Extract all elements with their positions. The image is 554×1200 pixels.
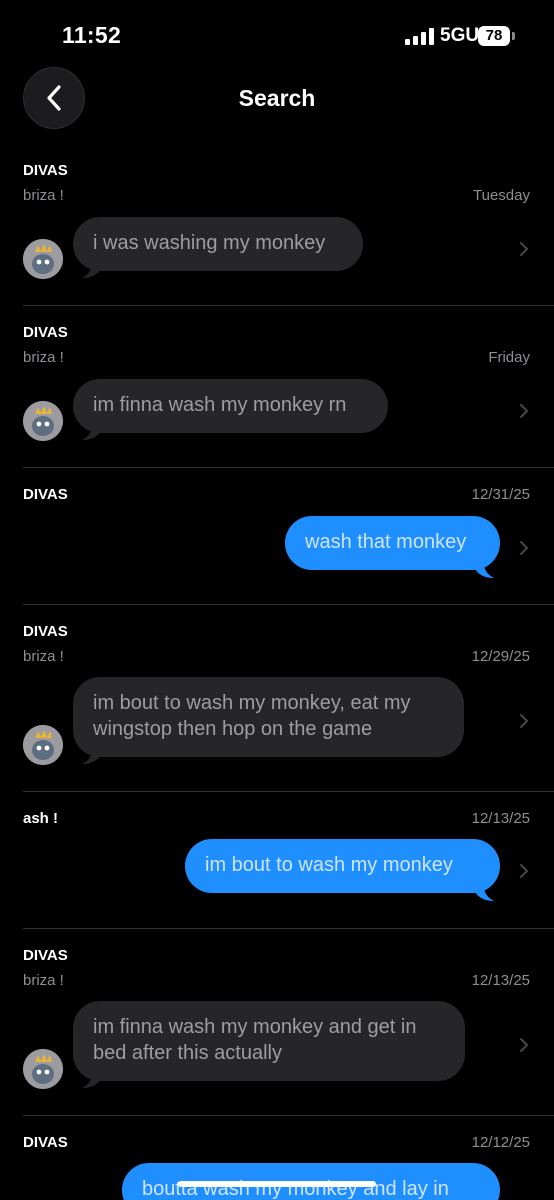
divider — [23, 305, 554, 306]
cellular-signal-icon — [405, 28, 434, 45]
home-indicator[interactable] — [178, 1181, 376, 1187]
result-sender-name: briza ! — [23, 187, 64, 204]
result-chat-name: DIVAS — [23, 623, 68, 640]
avatar — [23, 725, 63, 765]
result-date: 12/29/25 — [471, 648, 530, 665]
chevron-right-icon — [520, 714, 529, 728]
result-date: Tuesday — [473, 187, 530, 204]
result-date: 12/31/25 — [471, 486, 530, 503]
divider — [23, 604, 554, 605]
avatar — [23, 1049, 63, 1089]
message-bubble: im finna wash my monkey and get in bed a… — [73, 1001, 465, 1081]
message-bubble: wash that monkey — [285, 516, 500, 570]
avatar — [23, 239, 63, 279]
result-date: 12/12/25 — [471, 1134, 530, 1151]
chevron-right-icon — [520, 404, 529, 418]
message-bubble: im bout to wash my monkey — [185, 839, 500, 893]
message-bubble: im bout to wash my monkey, eat my wingst… — [73, 677, 464, 757]
result-chat-name: DIVAS — [23, 162, 68, 179]
avatar — [23, 401, 63, 441]
search-result[interactable]: DIVAS briza ! 12/13/25 im finna wash my … — [0, 935, 554, 1116]
chevron-right-icon — [520, 864, 529, 878]
result-date: 12/13/25 — [471, 810, 530, 827]
search-result[interactable]: DIVAS briza ! 12/29/25 im bout to wash m… — [0, 611, 554, 792]
chevron-right-icon — [520, 242, 529, 256]
result-sender-name: briza ! — [23, 972, 64, 989]
battery-icon: 78 — [478, 26, 510, 46]
chevron-right-icon — [520, 1038, 529, 1052]
divider — [23, 467, 554, 468]
result-sender-name: briza ! — [23, 648, 64, 665]
status-bar: 11:52 5GUC 78 — [0, 0, 554, 66]
page-title: Search — [238, 85, 316, 111]
search-result[interactable]: DIVAS briza ! Tuesday i was washing my m… — [0, 150, 554, 306]
search-result[interactable]: ash ! 12/13/25 im bout to wash my monkey — [0, 798, 554, 929]
result-date: Friday — [488, 349, 530, 366]
search-result[interactable]: DIVAS briza ! Friday im finna wash my mo… — [0, 312, 554, 468]
result-chat-name: DIVAS — [23, 324, 68, 341]
message-bubble: im finna wash my monkey rn — [73, 379, 388, 433]
result-chat-name: DIVAS — [23, 486, 68, 503]
result-chat-name: DIVAS — [23, 947, 68, 964]
divider — [23, 1115, 554, 1116]
message-bubble: i was washing my monkey — [73, 217, 363, 271]
chevron-right-icon — [520, 541, 529, 555]
result-chat-name: DIVAS — [23, 1134, 68, 1151]
search-header: Search — [0, 66, 554, 132]
divider — [23, 928, 554, 929]
result-date: 12/13/25 — [471, 972, 530, 989]
search-result[interactable]: DIVAS 12/31/25 wash that monkey — [0, 474, 554, 605]
status-time: 11:52 — [62, 22, 122, 48]
result-sender-name: briza ! — [23, 349, 64, 366]
divider — [23, 791, 554, 792]
search-result[interactable]: DIVAS 12/12/25 boutta wash my monkey and… — [0, 1122, 554, 1200]
battery-cap — [512, 32, 515, 40]
result-chat-name: ash ! — [23, 810, 59, 827]
